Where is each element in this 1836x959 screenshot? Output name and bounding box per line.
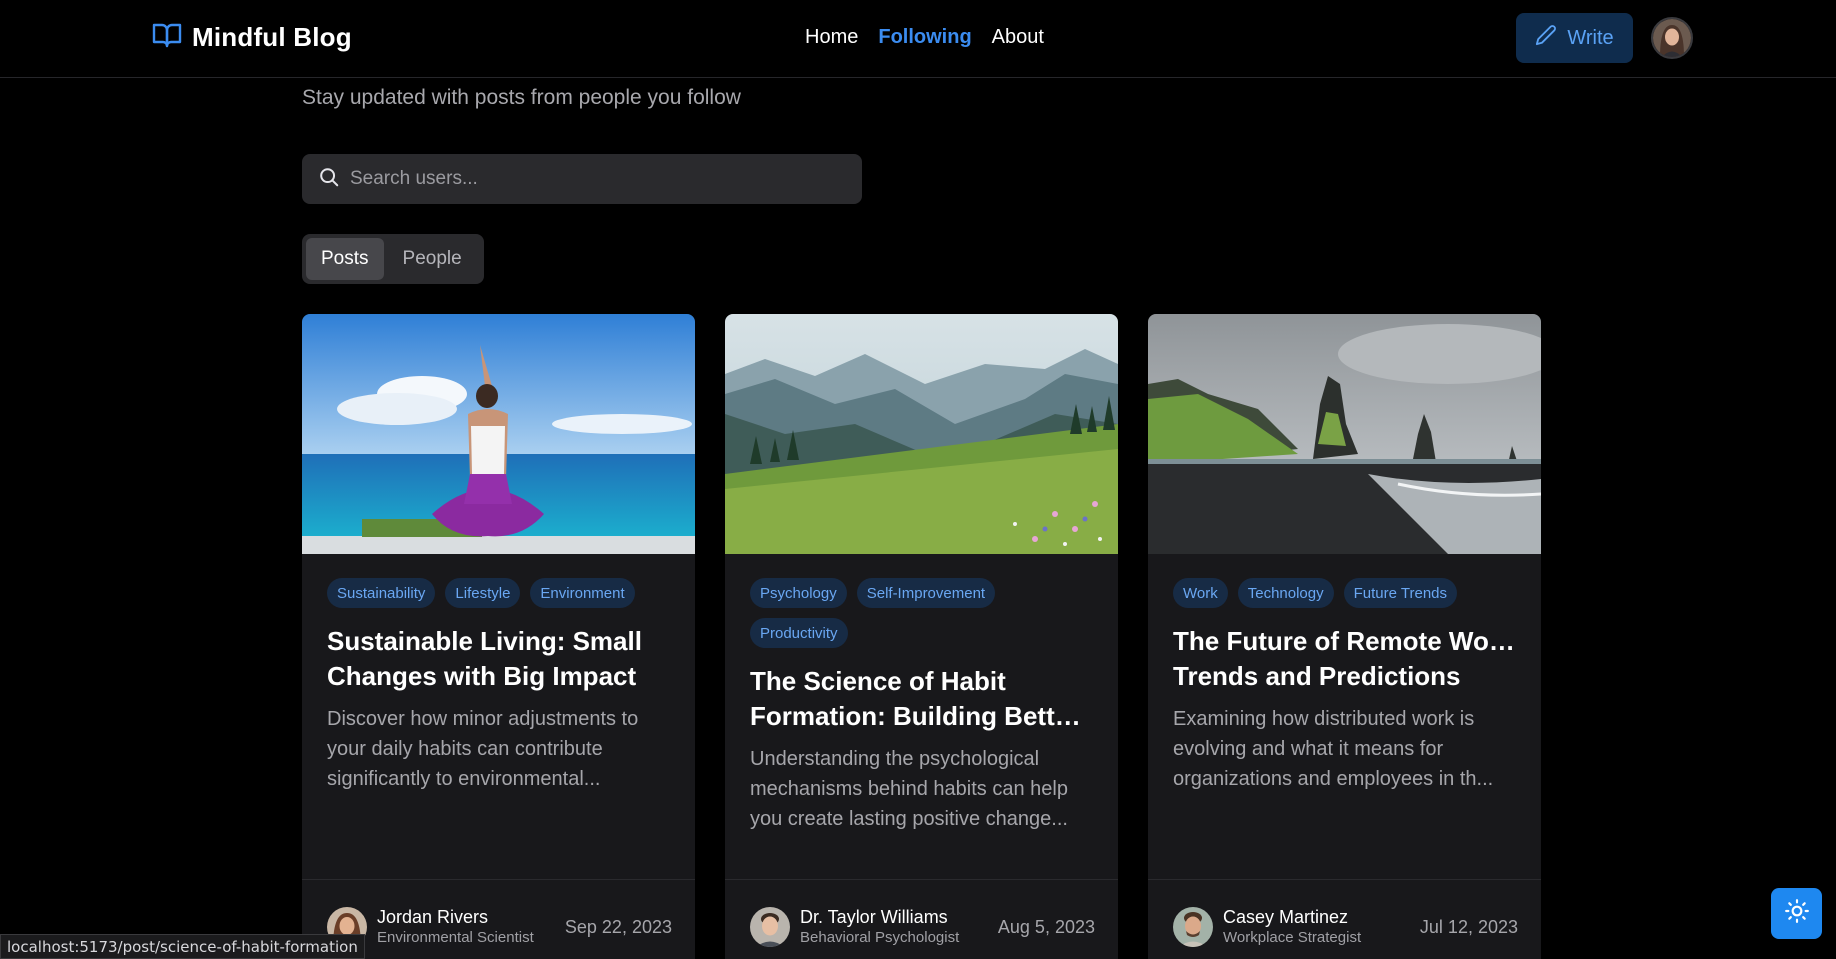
post-title[interactable]: The Science of Habit Formation: Building… [750, 664, 1094, 734]
user-search-box [302, 154, 862, 204]
post-tags: Psychology Self-Improvement Productivity [750, 578, 1095, 648]
author-role: Behavioral Psychologist [800, 929, 960, 946]
tag-chip[interactable]: Technology [1237, 578, 1334, 608]
tag-chip[interactable]: Self-Improvement [856, 578, 996, 608]
post-cover-image [302, 314, 695, 554]
post-card[interactable]: Psychology Self-Improvement Productivity… [725, 314, 1118, 959]
nav-following[interactable]: Following [878, 26, 971, 49]
post-tags: Work Technology Future Trends [1173, 578, 1518, 608]
book-open-icon [152, 22, 182, 53]
brand-name: Mindful Blog [192, 22, 352, 52]
main-nav: Home Following About [805, 26, 1044, 49]
write-button[interactable]: Write [1516, 13, 1633, 63]
tab-posts[interactable]: Posts [306, 238, 384, 280]
post-cover-image [1148, 314, 1541, 554]
theme-toggle-button[interactable] [1771, 888, 1822, 939]
user-avatar[interactable] [1651, 17, 1693, 59]
post-card[interactable]: Sustainability Lifestyle Environment Sus… [302, 314, 695, 959]
write-button-label: Write [1567, 26, 1614, 49]
tab-people[interactable]: People [388, 238, 477, 280]
tag-chip[interactable]: Work [1173, 578, 1228, 608]
post-title-line: Formation: Building Better... [750, 701, 1094, 731]
pencil-icon [1535, 24, 1557, 52]
post-author-row: Casey Martinez Workplace Strategist Jul … [1173, 906, 1518, 948]
post-excerpt-line: organizations and employees in th... [1173, 768, 1494, 790]
author-name[interactable]: Jordan Rivers [377, 906, 534, 928]
post-card[interactable]: Work Technology Future Trends The Future… [1148, 314, 1541, 959]
nav-about[interactable]: About [992, 26, 1044, 49]
author-role: Workplace Strategist [1223, 929, 1362, 946]
post-excerpt-line: significantly to environmental... [327, 768, 601, 790]
post-title-line: Sustainable Living: Small [327, 626, 642, 656]
post-title-line: The Future of Remote Work: [1173, 626, 1517, 656]
tag-chip[interactable]: Psychology [750, 578, 847, 608]
brand-logo[interactable]: Mindful Blog [152, 22, 352, 53]
tag-chip[interactable]: Productivity [750, 618, 848, 648]
tag-chip[interactable]: Environment [530, 578, 635, 608]
post-date: Sep 22, 2023 [564, 916, 672, 937]
post-author-row: Jordan Rivers Environmental Scientist Se… [327, 906, 672, 948]
tag-chip[interactable]: Future Trends [1343, 578, 1458, 608]
post-excerpt: Understanding the psychological mechanis… [750, 744, 1094, 834]
post-cover-image [725, 314, 1118, 554]
author-role: Environmental Scientist [377, 929, 534, 946]
card-divider [1148, 879, 1541, 880]
author-name[interactable]: Casey Martinez [1223, 906, 1361, 928]
post-excerpt-line: your daily habits can contribute [327, 738, 603, 760]
nav-home[interactable]: Home [805, 26, 858, 49]
card-divider [302, 879, 695, 880]
post-title[interactable]: Sustainable Living: Small Changes with B… [327, 624, 671, 694]
post-excerpt-line: evolving and what it means for [1173, 738, 1444, 760]
author-name[interactable]: Dr. Taylor Williams [800, 906, 959, 928]
post-excerpt-line: you create lasting positive change... [750, 808, 1068, 830]
post-author-row: Dr. Taylor Williams Behavioral Psycholog… [750, 906, 1095, 948]
tag-chip[interactable]: Sustainability [327, 578, 436, 608]
search-input[interactable] [350, 168, 830, 190]
page-subtitle: Stay updated with posts from people you … [302, 86, 741, 109]
search-icon [318, 166, 340, 193]
post-excerpt-line: Examining how distributed work is [1173, 708, 1475, 730]
post-excerpt: Discover how minor adjustments to your d… [327, 704, 671, 794]
post-title-line: Trends and Predictions [1173, 661, 1461, 691]
sun-icon [1784, 898, 1810, 929]
post-excerpt-line: mechanisms behind habits can help [750, 778, 1068, 800]
post-title-line: The Science of Habit [750, 666, 1006, 696]
top-navbar: Mindful Blog Home Following About Write [0, 0, 1836, 78]
tag-chip[interactable]: Lifestyle [445, 578, 521, 608]
post-excerpt-line: Discover how minor adjustments to [327, 708, 639, 730]
post-excerpt: Examining how distributed work is evolvi… [1173, 704, 1517, 794]
post-excerpt-line: Understanding the psychological [750, 748, 1040, 770]
post-date: Jul 12, 2023 [1419, 916, 1518, 937]
link-preview-status: localhost:5173/post/science-of-habit-for… [0, 934, 365, 959]
author-avatar[interactable] [750, 907, 790, 947]
card-divider [725, 879, 1118, 880]
author-avatar[interactable] [1173, 907, 1213, 947]
post-title-line: Changes with Big Impact [327, 661, 637, 691]
post-tags: Sustainability Lifestyle Environment [327, 578, 672, 608]
post-title[interactable]: The Future of Remote Work: Trends and Pr… [1173, 624, 1517, 694]
post-date: Aug 5, 2023 [997, 916, 1095, 937]
feed-tabs: Posts People [302, 234, 484, 284]
